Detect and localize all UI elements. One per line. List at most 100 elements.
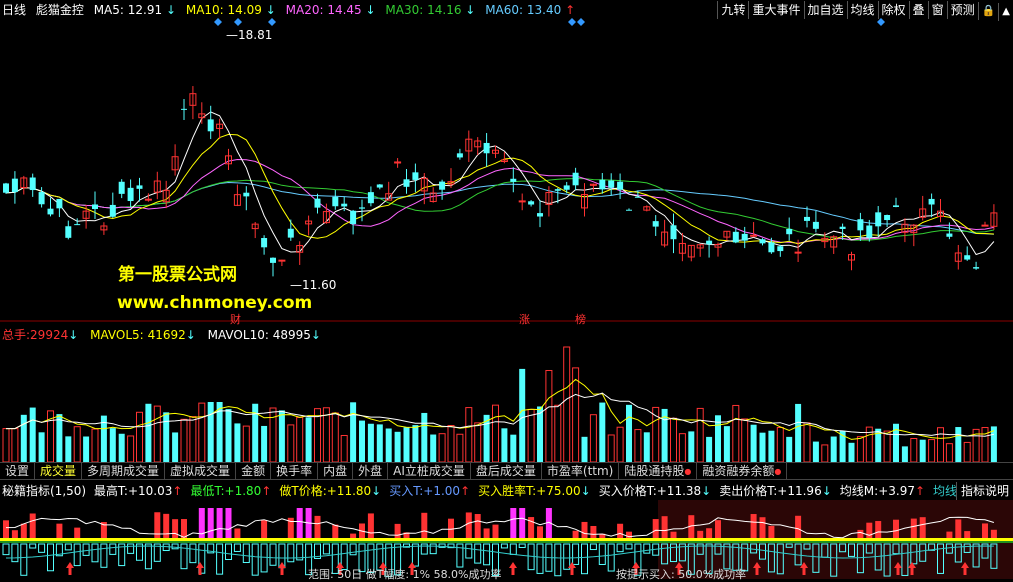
indicator-help-button[interactable]: 指标说明 xyxy=(955,482,1013,500)
ma10-value: 14.09 xyxy=(227,3,262,17)
indicator-item-label: 买入价格T: xyxy=(598,484,657,498)
indicator-item-arrow: ↓ xyxy=(580,484,591,498)
indicator-item: 买入胜率T:+75.00↓ xyxy=(478,484,591,498)
ma5-label: MA5: xyxy=(93,3,124,17)
tab-8[interactable]: AI立桩成交量 xyxy=(388,463,471,480)
volume-header: 总手:29924↓ MAVOL5: 41692↓ MAVOL10: 48995↓ xyxy=(2,326,321,344)
tab-7[interactable]: 外盘 xyxy=(353,463,389,480)
indicator-item-label: 买入胜率T: xyxy=(478,484,537,498)
ma10-legend: MA10: 14.09 ↓ xyxy=(186,3,280,17)
marker-limitup[interactable]: 涨 xyxy=(519,311,530,327)
period-label[interactable]: 日线 xyxy=(2,3,26,17)
indicator-item-arrow: ↑ xyxy=(172,484,183,498)
tab-4[interactable]: 金额 xyxy=(236,463,272,480)
stock-name: 彪猫金控 xyxy=(35,3,84,17)
indicator-chart[interactable] xyxy=(0,500,1013,579)
tab-label: AI立桩成交量 xyxy=(393,464,465,478)
mavol10-arrow: ↓ xyxy=(310,328,321,342)
ma20-value: 14.45 xyxy=(327,3,362,17)
tab-label: 陆股通持股 xyxy=(624,464,685,478)
tab-label: 内盘 xyxy=(323,464,348,478)
indicator-item-value: +11.80 xyxy=(326,484,372,498)
tab-5[interactable]: 换手率 xyxy=(271,463,319,480)
indicator-item: 做T价格:+11.80↓ xyxy=(279,484,381,498)
indicator-item-arrow: ↑ xyxy=(460,484,471,498)
tab-10[interactable]: 市盈率(ttm) xyxy=(542,463,620,480)
indicator-name[interactable]: 秘籍指标(1,50) xyxy=(2,484,86,498)
tab-2[interactable]: 多周期成交量 xyxy=(82,463,166,480)
ma-button[interactable]: 均线 xyxy=(846,1,878,19)
indicator-item: 最高T:+10.03↑ xyxy=(94,484,183,498)
low-price-label: —11.60 xyxy=(290,278,336,292)
indicator-item: 均线M:+3.97↑ xyxy=(840,484,925,498)
low-leader: — xyxy=(290,278,302,292)
tab-label: 金额 xyxy=(241,464,266,478)
volume-label: 总手: xyxy=(2,328,31,342)
chart-header: 日线 彪猫金控 MA5: 12.91 ↓ MA10: 14.09 ↓ MA20:… xyxy=(2,1,708,19)
tab-label: 成交量 xyxy=(40,464,77,478)
window-button[interactable]: 窗 xyxy=(927,1,947,19)
tab-label: 外盘 xyxy=(358,464,383,478)
tab-3[interactable]: 虚拟成交量 xyxy=(165,463,237,480)
tab-dot-icon: ● xyxy=(774,467,782,476)
tab-label: 多周期成交量 xyxy=(87,464,160,478)
tab-dot-icon: ● xyxy=(684,467,692,476)
ma5-legend: MA5: 12.91 ↓ xyxy=(94,3,180,17)
high-price-label: —18.81 xyxy=(226,28,272,42)
ma30-label: MA30: xyxy=(385,3,424,17)
add-watchlist-button[interactable]: 加自选 xyxy=(803,1,847,19)
ma60-legend: MA60: 13.40 ↑ xyxy=(485,3,575,17)
tab-12[interactable]: 融资融券余额● xyxy=(697,463,788,480)
indicator-footer-left: 范围: 50日 做T幅度: 1% 58.0%成功率 xyxy=(308,568,502,581)
high-leader: — xyxy=(226,28,238,42)
indicator-item-label: 最低T: xyxy=(190,484,225,498)
ma5-value: 12.91 xyxy=(127,3,163,17)
indicator-item-value: +11.38 xyxy=(656,484,702,498)
indicator-header: 秘籍指标(1,50) 最高T:+10.03↑ 最低T:+1.80↑ 做T价格:+11… xyxy=(2,482,1013,500)
ma20-legend: MA20: 14.45 ↓ xyxy=(286,3,380,17)
tab-label: 融资融券余额 xyxy=(702,464,775,478)
indicator-item: 买入价格T:+11.38↓ xyxy=(599,484,712,498)
indicator-item-label: 买入T: xyxy=(389,484,424,498)
mavol10-label: MAVOL10: xyxy=(207,328,269,342)
volume-arrow: ↓ xyxy=(68,328,79,342)
indicator-footer-right: 按提示买入: 50.0%成功率 xyxy=(616,568,747,581)
exright-button[interactable]: 除权 xyxy=(877,1,909,19)
volume-chart[interactable] xyxy=(0,344,1013,462)
ma5-arrow: ↓ xyxy=(165,3,177,17)
indicator-item-value: +1.00 xyxy=(423,484,461,498)
tab-label: 虚拟成交量 xyxy=(170,464,231,478)
tab-9[interactable]: 盘后成交量 xyxy=(471,463,542,480)
tab-label: 设置 xyxy=(5,464,30,478)
forecast-button[interactable]: 预测 xyxy=(946,1,978,19)
tab-label: 盘后成交量 xyxy=(475,464,536,478)
toolbar: 九转 重大事件 加自选 均线 除权叠窗预测 🔒 ▲ xyxy=(717,1,1013,21)
watermark-title: 第一股票公式网 xyxy=(118,265,237,285)
tab-1[interactable]: 成交量 xyxy=(35,463,83,480)
ma20-arrow: ↓ xyxy=(365,3,376,17)
indicator-item: 最低T:+1.80↑ xyxy=(190,484,271,498)
tab-6[interactable]: 内盘 xyxy=(318,463,354,480)
major-events-button[interactable]: 重大事件 xyxy=(748,1,803,19)
ma20-label: MA20: xyxy=(285,3,324,17)
indicator-item-label: 卖出价格T: xyxy=(719,484,778,498)
indicator-item-arrow: ↑ xyxy=(914,484,926,498)
ma10-label: MA10: xyxy=(185,3,224,17)
indicator-item-arrow: ↓ xyxy=(701,484,712,498)
mavol5-label: MAVOL5: xyxy=(90,328,144,342)
overlay-button[interactable]: 叠 xyxy=(908,1,928,19)
indicator-item: 卖出价格T:+11.96↓ xyxy=(719,484,832,498)
mavol5-value: 41692 xyxy=(147,328,186,342)
ma30-legend: MA30: 14.16 ↓ xyxy=(385,3,479,17)
tab-11[interactable]: 陆股通持股● xyxy=(619,463,698,480)
indicator-item-value: +3.97 xyxy=(878,484,915,498)
mavol10-value: 48995 xyxy=(272,328,311,342)
marker-list[interactable]: 榜 xyxy=(575,311,586,327)
marker-finance[interactable]: 财 xyxy=(230,311,241,327)
jiuzhuan-button[interactable]: 九转 xyxy=(717,1,748,19)
high-price-value: 18.81 xyxy=(238,28,273,42)
tab-0[interactable]: 设置 xyxy=(0,463,36,480)
indicator-item-value: +10.03 xyxy=(127,484,173,498)
indicator-item-arrow: ↑ xyxy=(261,484,272,498)
tab-label: 市盈率(ttm) xyxy=(546,464,614,478)
